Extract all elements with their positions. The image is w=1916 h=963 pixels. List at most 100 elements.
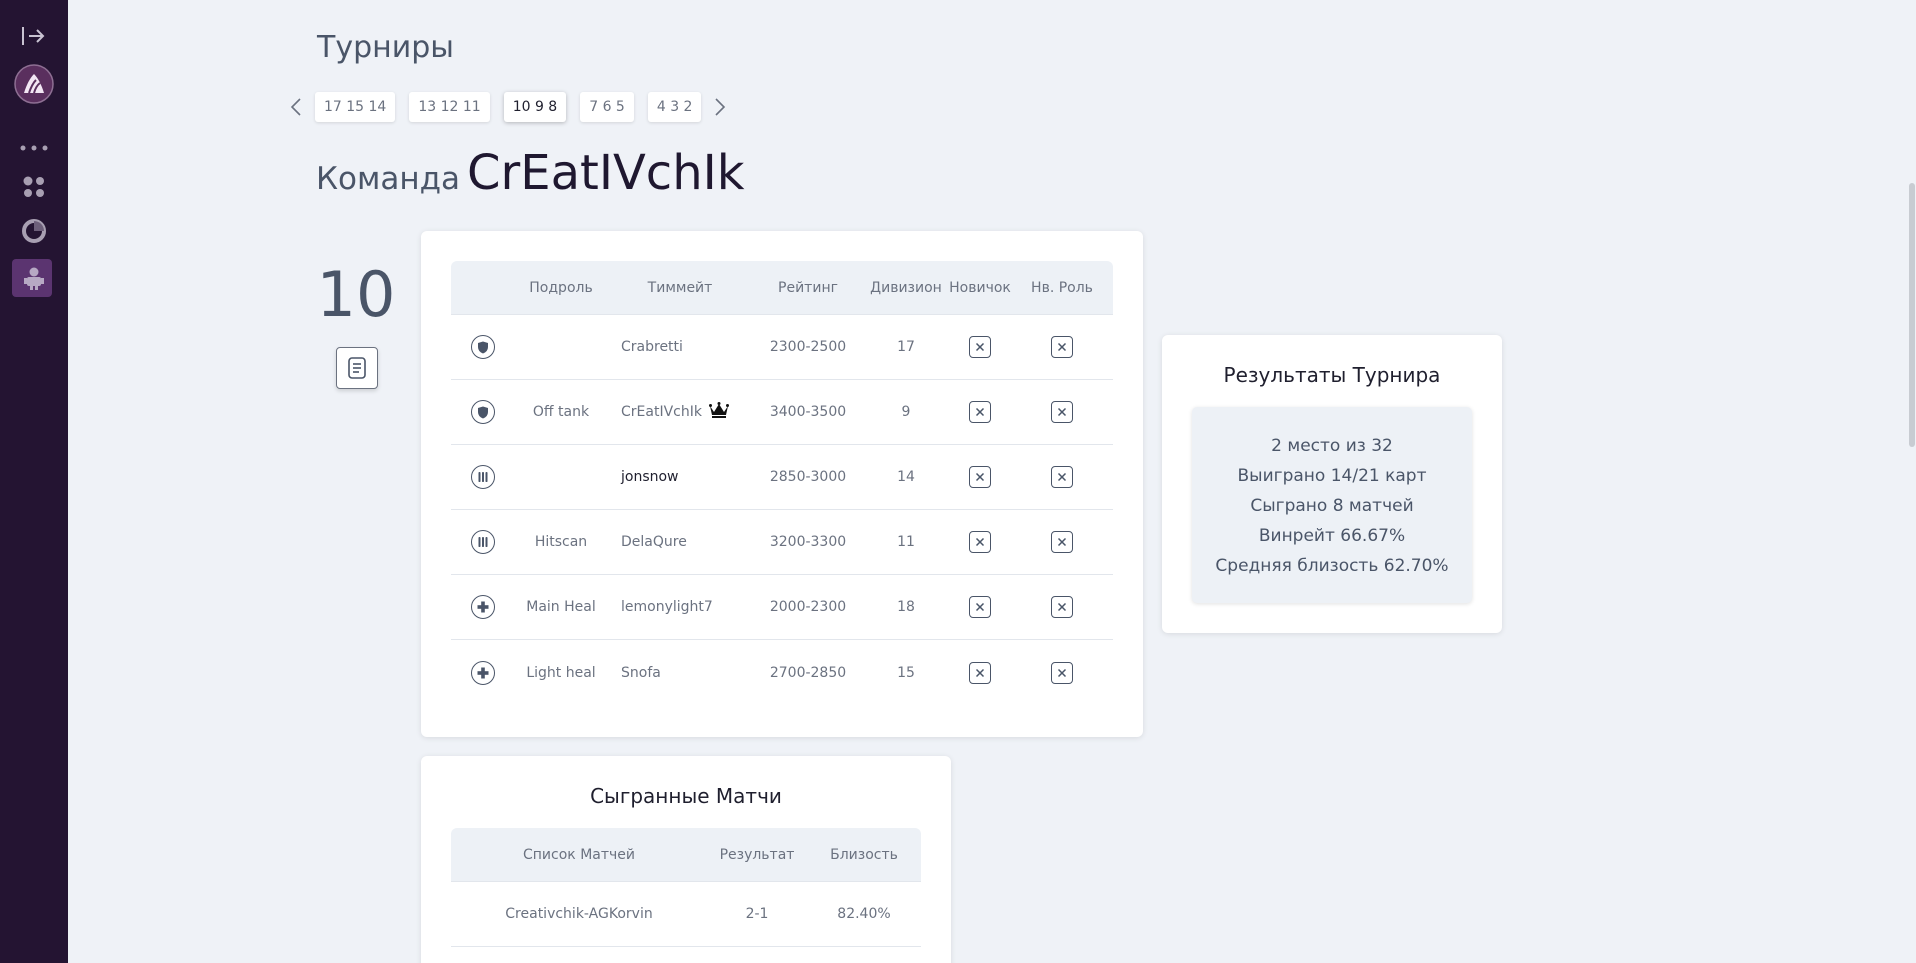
x-box-icon bbox=[969, 661, 991, 684]
rating-cell: 2000-2300 bbox=[769, 599, 847, 615]
division-cell: 11 bbox=[897, 534, 915, 550]
new-role-cell bbox=[1011, 466, 1113, 488]
damage-icon bbox=[471, 530, 495, 554]
subrole-cell: Hitscan bbox=[534, 534, 588, 550]
x-box-icon bbox=[1051, 401, 1073, 423]
role-cell bbox=[451, 335, 515, 359]
app-logo[interactable] bbox=[0, 64, 68, 104]
roster-row: Main Heal lemonylight7 2000-2300 18 bbox=[451, 575, 1113, 640]
teammate-name[interactable]: Snofa bbox=[621, 665, 661, 681]
x-box-icon bbox=[1051, 466, 1073, 488]
newbie-cell bbox=[949, 401, 1011, 423]
teammate-cell[interactable]: CrEatIVchIk bbox=[607, 402, 753, 422]
chart-icon[interactable] bbox=[0, 218, 68, 244]
x-box-icon bbox=[969, 336, 991, 358]
teammate-cell[interactable]: Crabretti bbox=[607, 339, 753, 355]
teammate-name[interactable]: Crabretti bbox=[621, 339, 683, 355]
logout-icon[interactable] bbox=[0, 22, 68, 50]
match-result: 2-1 bbox=[745, 906, 769, 922]
teammate-cell[interactable]: jonsnow bbox=[607, 469, 753, 485]
x-box-icon bbox=[1051, 661, 1073, 684]
header-subrole: Подроль bbox=[529, 279, 593, 296]
newbie-cell bbox=[949, 661, 1011, 684]
division-cell: 9 bbox=[901, 404, 911, 420]
teammate-cell[interactable]: DelaQure bbox=[607, 534, 753, 550]
new-role-cell bbox=[1011, 661, 1113, 684]
matches-table: Список Матчей Результат Близость Creativ… bbox=[451, 828, 921, 947]
scrollbar-track[interactable] bbox=[1908, 0, 1916, 963]
team-details-button[interactable] bbox=[336, 347, 378, 389]
pager-page[interactable]: 13 12 11 bbox=[409, 92, 490, 122]
team-name: CrEatIVchIk bbox=[467, 145, 745, 201]
shield-icon bbox=[471, 400, 495, 424]
pager-page[interactable]: 17 15 14 bbox=[315, 92, 396, 122]
header-teammate: Тиммейт bbox=[647, 279, 713, 296]
role-cell bbox=[451, 465, 515, 489]
x-box-icon bbox=[969, 401, 991, 423]
x-box-icon bbox=[969, 466, 991, 488]
x-box-icon bbox=[969, 531, 991, 553]
page-title: Турниры bbox=[317, 30, 454, 65]
header-rating: Рейтинг bbox=[778, 279, 838, 296]
match-name[interactable]: Creativchik-AGKorvin bbox=[451, 906, 707, 922]
matches-title: Сыгранные Матчи bbox=[590, 784, 782, 808]
role-cell bbox=[451, 530, 515, 554]
new-role-cell bbox=[1011, 336, 1113, 358]
result-winrate: Винрейт 66.67% bbox=[1258, 526, 1406, 546]
teammate-cell[interactable]: Snofa bbox=[607, 665, 753, 681]
roster-row: Light heal Snofa 2700-2850 15 bbox=[451, 640, 1113, 705]
roster-row: Hitscan DelaQure 3200-3300 11 bbox=[451, 510, 1113, 575]
roster-row: jonsnow 2850-3000 14 bbox=[451, 445, 1113, 510]
header-result: Результат bbox=[719, 846, 795, 863]
chevron-left-icon[interactable] bbox=[284, 92, 308, 122]
rating-cell: 3200-3300 bbox=[769, 534, 847, 550]
team-label: Команда bbox=[316, 161, 461, 197]
role-cell bbox=[451, 595, 515, 619]
heal-icon bbox=[471, 660, 495, 685]
more-icon[interactable] bbox=[0, 142, 68, 154]
division-cell: 17 bbox=[897, 339, 915, 355]
teammate-cell[interactable]: lemonylight7 bbox=[607, 599, 753, 615]
result-matches-played: Сыграно 8 матчей bbox=[1250, 496, 1414, 516]
teammate-name[interactable]: DelaQure bbox=[621, 534, 687, 550]
roster-header-row: Подроль Тиммейт Рейтинг Дивизион Новичок… bbox=[451, 261, 1113, 315]
rating-cell: 2850-3000 bbox=[769, 469, 847, 485]
team-number: 10 bbox=[316, 258, 396, 331]
division-cell: 14 bbox=[897, 469, 915, 485]
subrole-cell: Light heal bbox=[526, 664, 596, 681]
subrole-cell: Off tank bbox=[532, 404, 590, 420]
teammate-name[interactable]: lemonylight7 bbox=[621, 599, 713, 615]
x-box-icon bbox=[1051, 596, 1073, 618]
match-closeness: 82.40% bbox=[837, 906, 891, 922]
team-icon[interactable] bbox=[0, 264, 68, 292]
rating-cell: 2300-2500 bbox=[769, 339, 847, 355]
teammate-name[interactable]: jonsnow bbox=[621, 469, 679, 485]
pager-page[interactable]: 4 3 2 bbox=[647, 92, 702, 122]
x-box-icon bbox=[1051, 531, 1073, 553]
shield-icon bbox=[471, 335, 495, 359]
scrollbar-thumb[interactable] bbox=[1909, 183, 1915, 447]
chevron-right-icon[interactable] bbox=[708, 92, 732, 122]
division-cell: 18 bbox=[897, 599, 915, 615]
header-newbie: Новичок bbox=[949, 279, 1011, 296]
grid-icon[interactable] bbox=[0, 174, 68, 200]
roster-row: Crabretti 2300-2500 17 bbox=[451, 315, 1113, 380]
roster-row: Off tank CrEatIVchIk 3400-3500 9 bbox=[451, 380, 1113, 445]
rating-cell: 3400-3500 bbox=[769, 404, 847, 420]
results-card: Результаты Турнира 2 место из 32 Выигран… bbox=[1162, 335, 1502, 633]
match-row[interactable]: Creativchik-AGKorvin 2-1 82.40% bbox=[451, 882, 921, 947]
teammate-name[interactable]: CrEatIVchIk bbox=[621, 404, 702, 420]
pager-page[interactable]: 7 6 5 bbox=[580, 92, 634, 122]
new-role-cell bbox=[1011, 531, 1113, 553]
subrole-cell: Main Heal bbox=[526, 599, 596, 615]
header-closeness: Близость bbox=[830, 846, 898, 863]
header-match-list: Список Матчей bbox=[523, 846, 635, 863]
pager-page-active[interactable]: 10 9 8 bbox=[503, 92, 567, 122]
rating-cell: 2700-2850 bbox=[769, 664, 847, 681]
matches-header-row: Список Матчей Результат Близость bbox=[451, 828, 921, 882]
newbie-cell bbox=[949, 596, 1011, 618]
role-cell bbox=[451, 400, 515, 424]
new-role-cell bbox=[1011, 401, 1113, 423]
result-avg-closeness: Средняя близость 62.70% bbox=[1215, 556, 1449, 576]
newbie-cell bbox=[949, 531, 1011, 553]
